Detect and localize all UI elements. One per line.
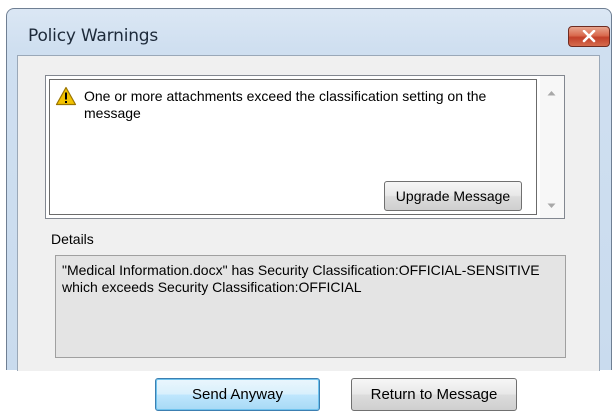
- upgrade-message-button[interactable]: Upgrade Message: [384, 181, 522, 211]
- warning-message: One or more attachments exceed the class…: [84, 88, 487, 121]
- close-icon: [582, 30, 596, 43]
- policy-warnings-dialog: Policy Warnings One or more attachments …: [6, 8, 612, 411]
- details-label: Details: [51, 231, 94, 247]
- close-button[interactable]: [568, 26, 610, 47]
- vertical-scrollbar[interactable]: [540, 76, 564, 218]
- details-text[interactable]: "Medical Information.docx" has Security …: [55, 255, 566, 358]
- warnings-list: One or more attachments exceed the class…: [45, 75, 565, 219]
- scroll-up-arrow-icon[interactable]: [547, 90, 556, 96]
- window-title: Policy Warnings: [28, 26, 159, 46]
- send-anyway-button[interactable]: Send Anyway: [155, 378, 320, 411]
- scroll-down-arrow-icon[interactable]: [547, 203, 556, 209]
- return-to-message-button[interactable]: Return to Message: [351, 378, 517, 411]
- dialog-content: One or more attachments exceed the class…: [17, 55, 600, 411]
- warning-triangle-icon: [55, 86, 77, 106]
- warning-item[interactable]: One or more attachments exceed the class…: [49, 79, 537, 215]
